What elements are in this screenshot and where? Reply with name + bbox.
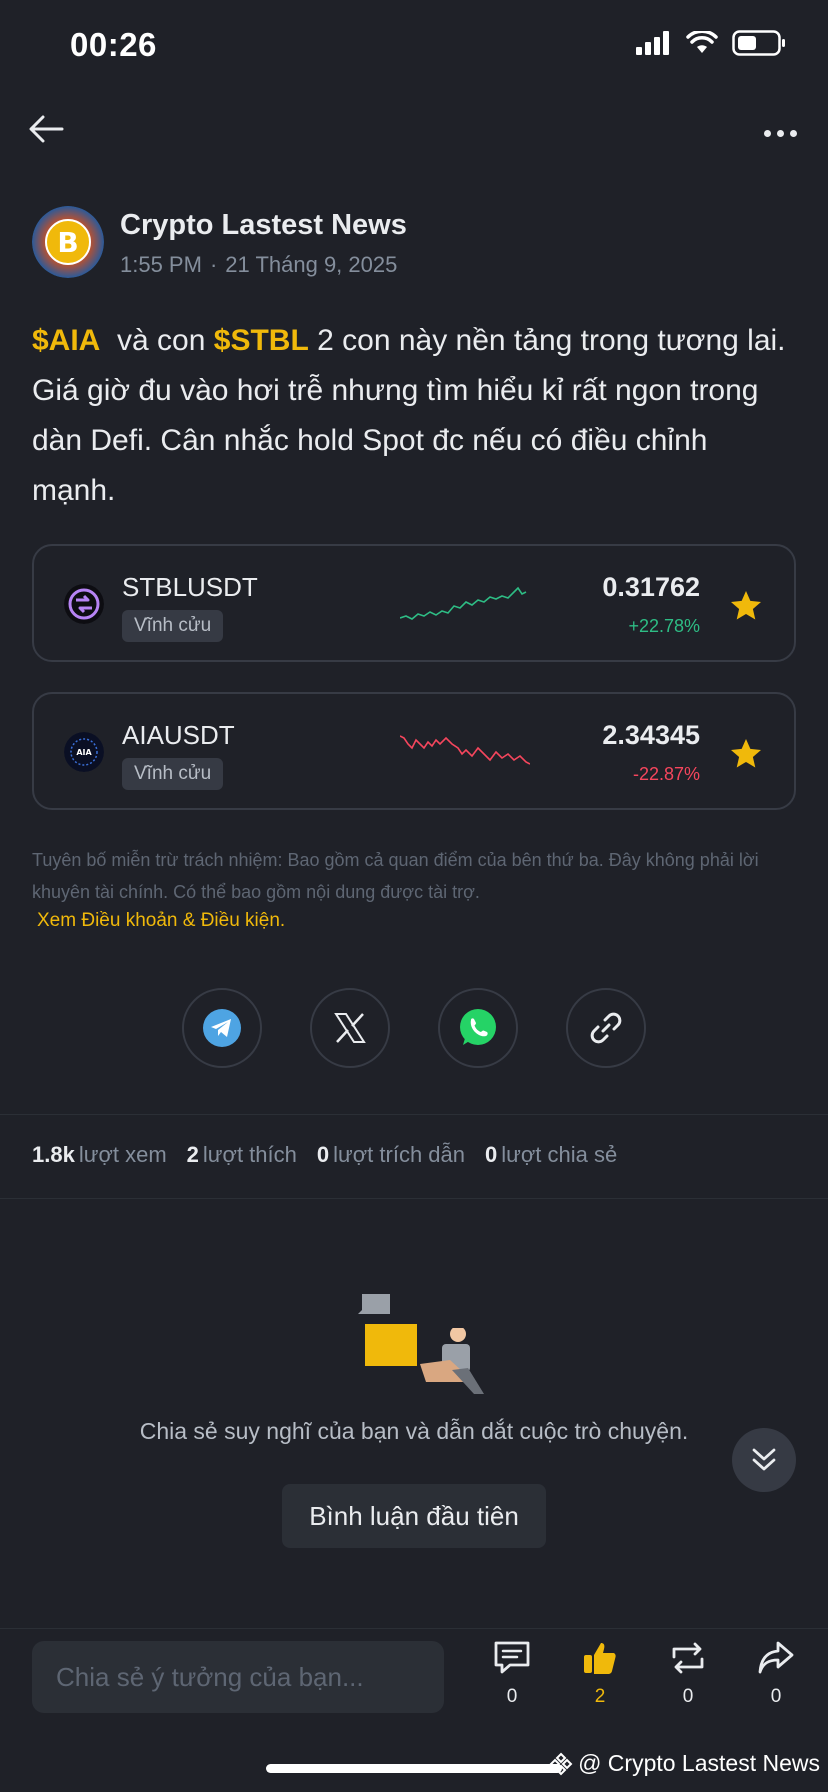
comment-icon <box>494 1641 530 1674</box>
watermark-text: @ Crypto Lastest News <box>578 1750 820 1776</box>
scroll-down-button[interactable] <box>732 1428 796 1492</box>
comment-count: 0 <box>506 1686 518 1707</box>
author-avatar[interactable]: B <box>32 206 104 278</box>
copy-link-button[interactable] <box>566 988 646 1068</box>
binance-logo-icon <box>549 1752 573 1775</box>
divider <box>0 1198 828 1199</box>
share-x-button[interactable] <box>310 988 390 1068</box>
post-time: 1:55 PM <box>120 252 202 277</box>
more-options-button[interactable] <box>756 118 804 148</box>
star-icon[interactable] <box>728 588 764 624</box>
stat-views: 1.8k lượt xem <box>32 1142 167 1167</box>
empty-comments-text: Chia sẻ suy nghĩ của bạn và dẫn dắt cuộc… <box>139 1418 689 1444</box>
share-arrow-icon <box>758 1641 794 1674</box>
terms-link[interactable]: Xem Điều khoản & Điều kiện. <box>37 910 285 932</box>
more-dot-icon <box>789 129 797 137</box>
status-icons <box>636 30 786 56</box>
home-indicator <box>266 1764 562 1773</box>
watermark: @ Crypto Lastest News <box>548 1750 820 1777</box>
more-dot-icon <box>776 129 784 137</box>
ticker-price: 2.34345 <box>602 720 700 750</box>
cashtag-link[interactable]: $STBL <box>214 324 309 357</box>
share-row <box>182 988 646 1068</box>
contract-type-badge: Vĩnh cửu <box>122 758 224 790</box>
sparkline-chart <box>400 586 527 620</box>
more-dot-icon <box>763 129 771 137</box>
ticker-card-aiausdt[interactable]: AIA AIAUSDT Vĩnh cửu 2.34345 -22.87% <box>32 692 796 810</box>
stat-quotes[interactable]: 0 lượt trích dẫn <box>317 1142 465 1168</box>
repost-button[interactable]: 0 <box>658 1639 718 1725</box>
nav-bar <box>0 100 828 170</box>
divider <box>0 1114 828 1115</box>
post-content: $AIA và con $STBL 2 con này nền tảng tro… <box>32 316 792 516</box>
repost-icon <box>672 1642 704 1674</box>
bitcoin-avatar-icon: B <box>32 206 104 278</box>
wifi-icon <box>686 31 718 53</box>
disclaimer-text: Tuyên bố miễn trừ trách nhiệm: Bao gồm c… <box>32 850 759 902</box>
stat-likes[interactable]: 2 lượt thích <box>187 1142 297 1168</box>
post-stats: 1.8k lượt xem 2 lượt thích 0 lượt trích dẫn… <box>32 1142 617 1168</box>
link-icon <box>590 1012 622 1044</box>
svg-text:AIA: AIA <box>76 748 92 757</box>
separator-dot: · <box>209 252 218 277</box>
stat-shares[interactable]: 0 lượt chia sẻ <box>485 1142 617 1168</box>
star-icon[interactable] <box>728 736 764 772</box>
ticker-change: -22.87% <box>632 764 700 784</box>
x-logo-icon <box>334 1013 366 1043</box>
ticker-change: +22.78% <box>628 616 700 636</box>
battery-icon <box>732 30 785 56</box>
share-telegram-button[interactable] <box>182 988 262 1068</box>
arrow-left-icon <box>29 115 64 143</box>
signal-icon <box>636 31 669 55</box>
thumbs-up-icon <box>584 1643 616 1674</box>
first-comment-button[interactable]: Bình luận đầu tiên <box>282 1484 546 1548</box>
repost-count: 0 <box>682 1686 694 1707</box>
post-date: 21 Tháng 9, 2025 <box>225 252 398 277</box>
telegram-icon <box>203 1009 241 1047</box>
svg-text:B: B <box>57 226 78 259</box>
share-count: 0 <box>770 1686 782 1707</box>
whatsapp-icon <box>460 1009 496 1045</box>
sparkline-chart <box>400 735 530 765</box>
author-name[interactable]: Crypto Lastest News <box>120 209 407 242</box>
aia-logo-icon: AIA <box>64 732 104 772</box>
ticker-price: 0.31762 <box>602 572 700 602</box>
post-timestamp: 1:55 PM · 21 Tháng 9, 2025 <box>120 252 397 278</box>
ticker-card-stblusdt[interactable]: STBLUSDT Vĩnh cửu 0.31762 +22.78% <box>32 544 796 662</box>
empty-comments-illustration <box>358 1294 484 1394</box>
share-whatsapp-button[interactable] <box>438 988 518 1068</box>
post-author: B Crypto Lastest News 1:55 PM · 21 Tháng 9… <box>32 206 792 282</box>
comment-input[interactable]: Chia sẻ ý tưởng của bạn... <box>32 1641 444 1713</box>
like-count: 2 <box>594 1686 606 1707</box>
like-button[interactable]: 2 <box>570 1639 630 1725</box>
double-chevron-down-icon <box>752 1448 776 1471</box>
cashtag-link[interactable]: $AIA <box>32 324 100 357</box>
share-button[interactable]: 0 <box>746 1639 806 1725</box>
comment-input-placeholder: Chia sẻ ý tưởng của bạn... <box>56 1661 364 1692</box>
ticker-symbol: AIAUSDT <box>122 720 235 750</box>
status-bar: 00:26 <box>0 0 828 90</box>
ticker-symbol: STBLUSDT <box>122 572 258 602</box>
post-text: và con <box>100 324 214 357</box>
contract-type-badge: Vĩnh cửu <box>122 610 224 642</box>
back-button[interactable] <box>28 114 74 150</box>
status-time: 00:26 <box>70 26 157 63</box>
comment-button[interactable]: 0 <box>482 1639 542 1725</box>
stbl-logo-icon <box>64 584 104 624</box>
